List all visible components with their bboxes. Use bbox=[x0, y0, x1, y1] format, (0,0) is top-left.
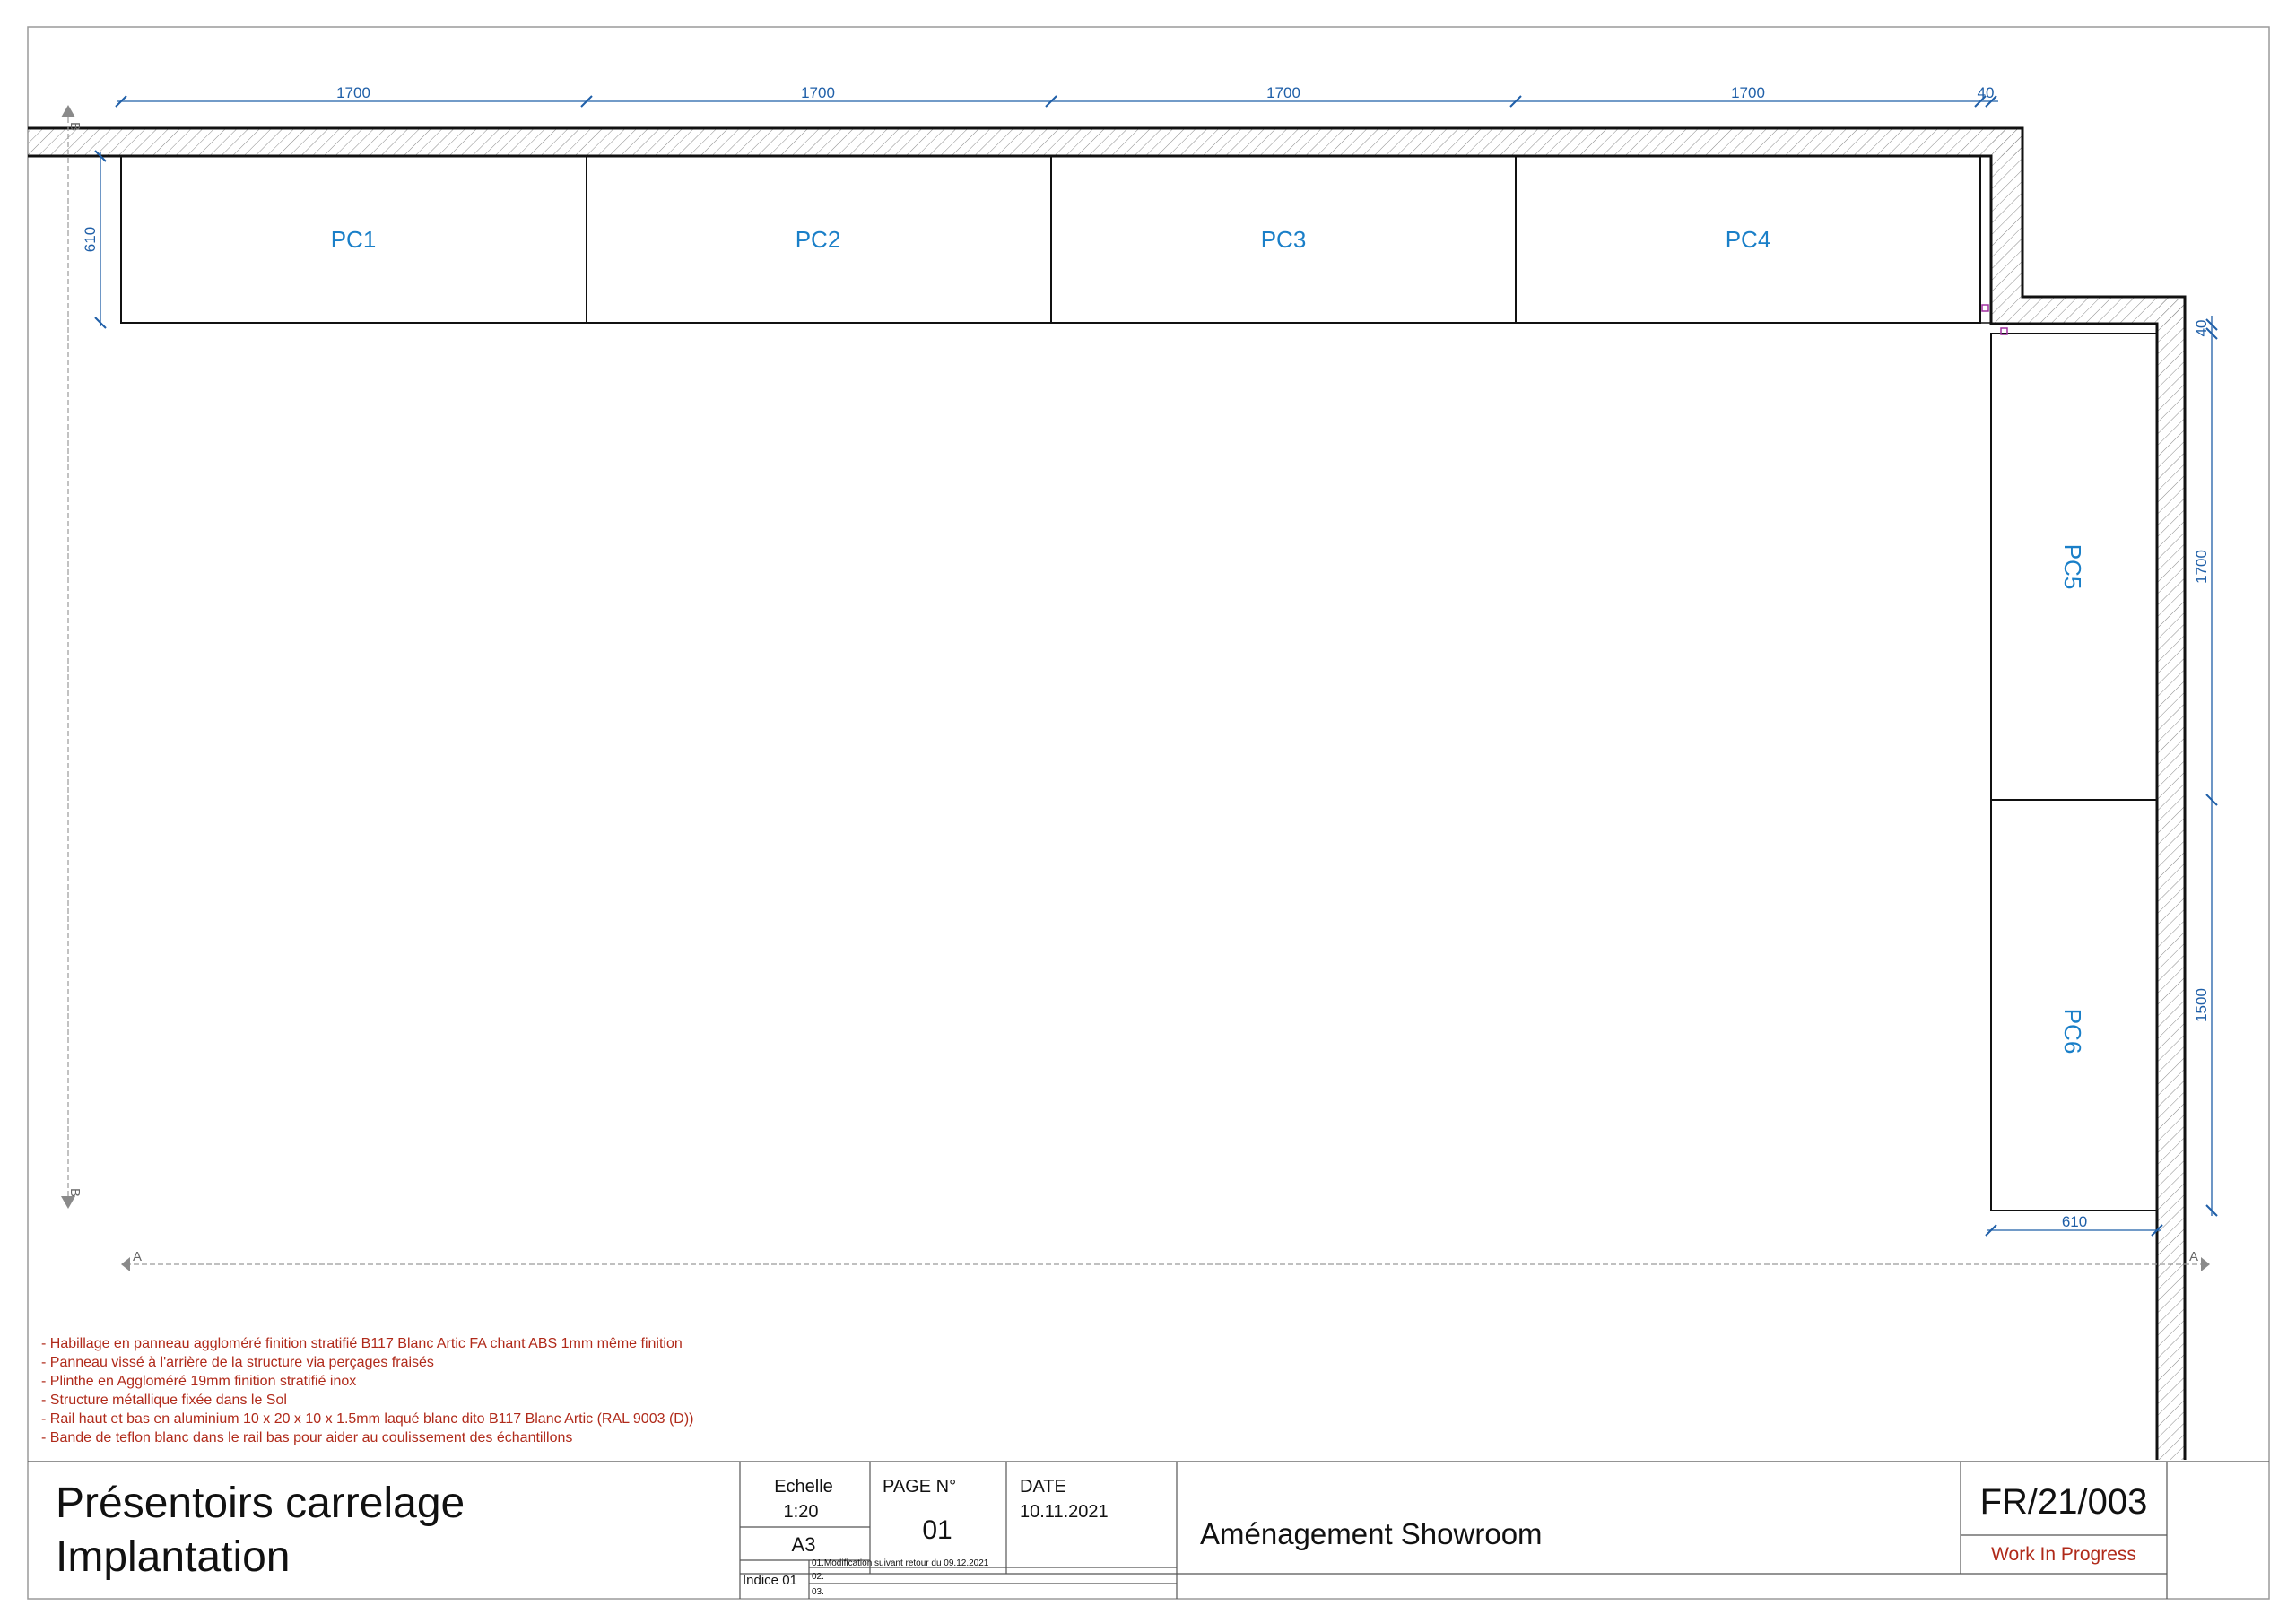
note-line-3: - Plinthe en Aggloméré 19mm finition str… bbox=[41, 1374, 356, 1389]
top-dimension-chain bbox=[115, 95, 1998, 108]
dim-right-3: 1500 bbox=[2193, 988, 2210, 1022]
cabinet-label-pc5: PC5 bbox=[2059, 544, 2086, 590]
cabinet-label-pc6: PC6 bbox=[2059, 1009, 2086, 1055]
dim-right-2: 1700 bbox=[2193, 550, 2210, 584]
note-line-1: - Habillage en panneau aggloméré finitio… bbox=[41, 1336, 683, 1351]
drawing-title-line-2: Implantation bbox=[56, 1533, 291, 1581]
section-marker-b-bottom bbox=[61, 1196, 75, 1209]
wall-step bbox=[1991, 297, 2185, 324]
wall-right-lower bbox=[2157, 297, 2185, 1460]
cabinet-label-pc4: PC4 bbox=[1726, 226, 1771, 253]
note-line-4: - Structure métallique fixée dans le Sol bbox=[41, 1393, 287, 1408]
revision-3: 03. bbox=[812, 1587, 824, 1597]
wall-right-upper bbox=[1991, 128, 2022, 297]
dim-right-1: 40 bbox=[2193, 320, 2210, 337]
note-line-5: - Rail haut et bas en aluminium 10 x 20 … bbox=[41, 1411, 693, 1427]
floor-plan-drawing: PC1 PC2 PC3 PC4 PC5 PC6 1700 1700 1700 1… bbox=[27, 26, 2270, 1600]
revision-1: 01.Modification suivant retour du 09.12.… bbox=[812, 1558, 989, 1568]
note-line-2: - Panneau vissé à l'arrière de la struct… bbox=[41, 1355, 434, 1370]
cabinets: PC1 PC2 PC3 PC4 PC5 PC6 bbox=[120, 155, 2158, 1211]
project-name: Aménagement Showroom bbox=[1200, 1517, 1543, 1550]
scale-label: Echelle bbox=[774, 1477, 833, 1497]
page-label: PAGE N° bbox=[883, 1477, 956, 1497]
section-label-b-bottom: B bbox=[67, 1188, 83, 1197]
section-label-b-top: B bbox=[67, 122, 83, 131]
section-label-a-left: A bbox=[133, 1249, 142, 1264]
dim-top-1: 1700 bbox=[336, 84, 370, 101]
corner-marker-1 bbox=[1981, 304, 1989, 312]
cabinet-label-pc2: PC2 bbox=[796, 226, 841, 253]
drawing-reference: FR/21/003 bbox=[1980, 1482, 2148, 1522]
wall-top bbox=[28, 128, 2022, 156]
section-marker-b-top bbox=[61, 105, 75, 117]
cabinet-pc6 bbox=[1990, 799, 2158, 1211]
dim-top-3: 1700 bbox=[1266, 84, 1300, 101]
section-lines bbox=[61, 105, 2210, 1271]
right-dimension-chain bbox=[2205, 316, 2218, 1217]
wall-outer-line bbox=[28, 126, 2187, 1460]
note-line-6: - Bande de teflon blanc dans le rail bas… bbox=[41, 1430, 572, 1445]
scale-value: 1:20 bbox=[784, 1502, 819, 1522]
indice-label: Indice 01 bbox=[743, 1573, 797, 1588]
cabinet-label-pc1: PC1 bbox=[331, 226, 377, 253]
drawing-status: Work In Progress bbox=[1991, 1544, 2136, 1565]
construction-notes: - Habillage en panneau aggloméré finitio… bbox=[41, 1336, 693, 1445]
dim-bottom-depth: 610 bbox=[2062, 1213, 2087, 1230]
walls bbox=[28, 126, 2187, 1460]
dim-left-depth: 610 bbox=[82, 227, 99, 252]
page-value: 01 bbox=[922, 1515, 952, 1545]
date-value: 10.11.2021 bbox=[1020, 1502, 1109, 1522]
paper-format: A3 bbox=[792, 1533, 816, 1556]
dim-top-4: 1700 bbox=[1731, 84, 1765, 101]
section-marker-a-right bbox=[2201, 1257, 2210, 1271]
dim-top-2: 1700 bbox=[801, 84, 835, 101]
revision-2: 02. bbox=[812, 1572, 824, 1582]
drawing-title-line-1: Présentoirs carrelage bbox=[56, 1480, 465, 1527]
section-marker-a-left bbox=[121, 1257, 130, 1271]
cabinet-label-pc3: PC3 bbox=[1261, 226, 1307, 253]
date-label: DATE bbox=[1020, 1477, 1066, 1497]
filler-strip bbox=[1979, 155, 1992, 324]
section-label-a-right: A bbox=[2189, 1249, 2198, 1264]
dim-top-5: 40 bbox=[1978, 84, 1995, 101]
